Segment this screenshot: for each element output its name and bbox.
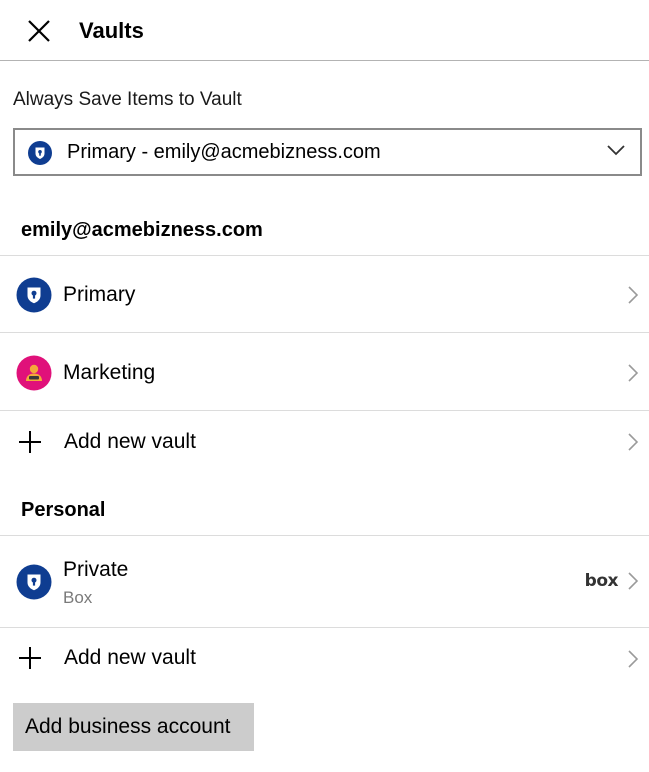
header: Vaults	[0, 0, 649, 61]
plus-icon	[19, 647, 41, 669]
vault-item-label: Primary	[63, 283, 136, 306]
vault-item-label: Marketing	[63, 361, 156, 384]
add-vault-button-personal[interactable]: Add new vault	[0, 627, 649, 689]
add-vault-label: Add new vault	[64, 430, 196, 453]
chevron-right-icon	[628, 364, 639, 382]
personal-heading: Personal	[21, 499, 106, 521]
vault-item-private[interactable]: Private Box box	[0, 535, 649, 627]
vault-shield-icon	[28, 141, 52, 165]
close-button[interactable]	[24, 16, 54, 46]
box-logo: box	[584, 571, 619, 591]
chevron-right-icon	[628, 650, 639, 668]
chevron-right-icon	[628, 286, 639, 304]
close-icon	[28, 20, 50, 42]
add-vault-label: Add new vault	[64, 646, 196, 669]
vault-item-label: Private	[63, 558, 129, 581]
default-vault-select[interactable]: Primary - emily@acmebizness.com	[13, 128, 642, 176]
add-vault-button-business[interactable]: Add new vault	[0, 410, 649, 474]
chevron-right-icon	[628, 572, 639, 590]
person-avatar-icon	[16, 355, 52, 391]
vault-item-marketing[interactable]: Marketing	[0, 332, 649, 410]
vault-shield-icon	[16, 277, 52, 313]
vault-shield-icon	[16, 564, 52, 600]
chevron-right-icon	[628, 433, 639, 451]
add-business-account-button[interactable]: Add business account	[13, 703, 254, 751]
plus-icon	[19, 431, 41, 453]
default-vault-label: Always Save Items to Vault	[13, 89, 242, 110]
default-vault-value: Primary - emily@acmebizness.com	[67, 141, 381, 163]
account-heading: emily@acmebizness.com	[21, 219, 263, 241]
page-title: Vaults	[79, 18, 144, 43]
chevron-down-icon	[607, 145, 625, 156]
vault-item-provider: Box	[63, 588, 93, 607]
vault-item-primary[interactable]: Primary	[0, 255, 649, 332]
